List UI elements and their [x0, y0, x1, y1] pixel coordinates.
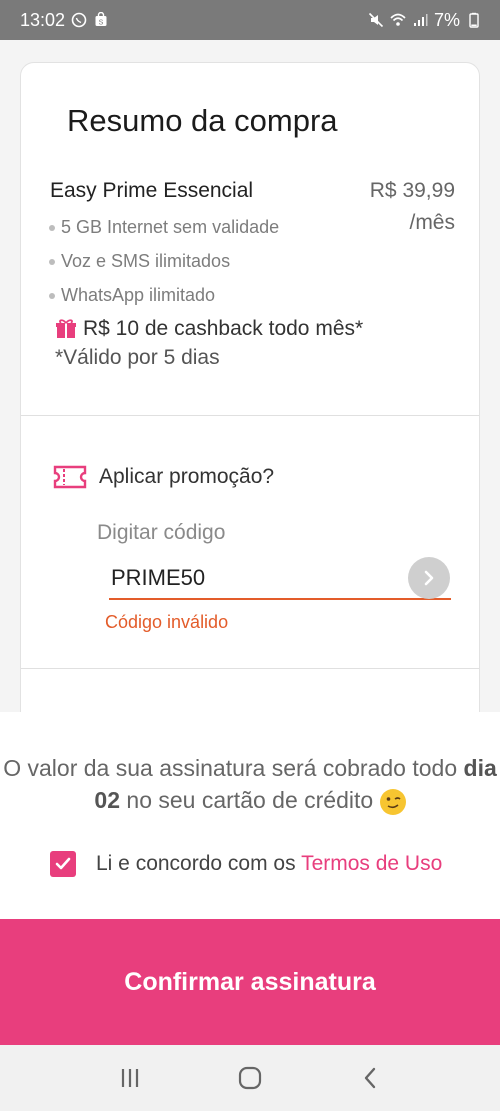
feature-item: WhatsApp ilimitado: [49, 285, 215, 306]
promo-label: Aplicar promoção?: [99, 465, 275, 488]
home-button[interactable]: [230, 1058, 270, 1098]
plan-period: /mês: [409, 211, 455, 234]
code-error-message: Código inválido: [105, 612, 229, 632]
feature-item: 5 GB Internet sem validade: [49, 217, 279, 238]
promo-toggle[interactable]: Aplicar promoção?: [53, 465, 274, 489]
back-icon: [364, 1067, 376, 1089]
confirm-subscription-button[interactable]: Confirmar assinatura: [0, 919, 500, 1045]
billing-text-after: no seu cartão de crédito: [120, 787, 374, 813]
code-field-label: Digitar código: [97, 521, 226, 544]
signal-icon: [413, 14, 428, 26]
status-left: 13:02 S: [20, 10, 109, 31]
feature-label: WhatsApp ilimitado: [61, 285, 216, 305]
plan-price: R$ 39,99: [369, 179, 455, 202]
bullet-icon: [49, 292, 55, 299]
billing-text-before: O valor da sua assinatura será cobrado t…: [3, 755, 464, 781]
status-time: 13:02: [20, 9, 66, 30]
divider: [21, 668, 479, 669]
mute-icon: [368, 12, 384, 28]
bottom-panel: O valor da sua assinatura será cobrado t…: [0, 712, 500, 919]
terms-label: Li e concordo com os: [96, 852, 302, 875]
back-button[interactable]: [350, 1058, 390, 1098]
validity-note: *Válido por 5 dias: [55, 346, 220, 369]
terms-text: Li e concordo com os Termos de Uso: [96, 852, 442, 876]
feature-label: Voz e SMS ilimitados: [61, 251, 231, 271]
scroll-area[interactable]: Resumo da compra Easy Prime Essencial R$…: [0, 40, 500, 712]
wifi-icon: [390, 13, 406, 26]
feature-item: Voz e SMS ilimitados: [49, 251, 230, 272]
cashback-text: R$ 10 de cashback todo mês*: [83, 317, 364, 340]
gift-icon: [56, 319, 76, 338]
bullet-icon: [49, 224, 55, 231]
terms-row: Li e concordo com os Termos de Uso: [50, 851, 442, 877]
battery-icon: [469, 12, 479, 28]
summary-card: Resumo da compra Easy Prime Essencial R$…: [20, 62, 480, 712]
plan-name: Easy Prime Essencial: [50, 179, 254, 202]
shop-icon: S: [95, 12, 107, 26]
whatsapp-icon: [71, 12, 87, 28]
cashback-row: R$ 10 de cashback todo mês*: [55, 317, 363, 341]
billing-info: O valor da sua assinatura será cobrado t…: [0, 752, 500, 816]
recent-apps-icon: [121, 1069, 139, 1087]
recent-apps-button[interactable]: [110, 1058, 150, 1098]
input-underline: [109, 598, 451, 600]
ticket-icon: [53, 465, 87, 489]
promo-code-input[interactable]: PRIME50: [111, 565, 205, 591]
terms-checkbox[interactable]: [50, 851, 76, 877]
bullet-icon: [49, 258, 55, 265]
page-title: Resumo da compra: [67, 103, 338, 138]
home-icon: [238, 1066, 262, 1090]
apply-code-button[interactable]: [408, 557, 450, 599]
terms-of-use-link[interactable]: Termos de Uso: [301, 852, 442, 875]
feature-label: 5 GB Internet sem validade: [61, 217, 280, 237]
system-nav-bar: [0, 1045, 500, 1111]
status-bar: 13:02 S 7%: [0, 0, 500, 40]
battery-level: 7%: [433, 9, 460, 30]
svg-text:S: S: [99, 19, 104, 26]
status-right: 7%: [368, 10, 482, 31]
wink-emoji-icon: [379, 788, 406, 815]
chevron-right-icon: [424, 570, 434, 586]
checkmark-icon: [55, 857, 71, 870]
divider: [21, 415, 479, 416]
